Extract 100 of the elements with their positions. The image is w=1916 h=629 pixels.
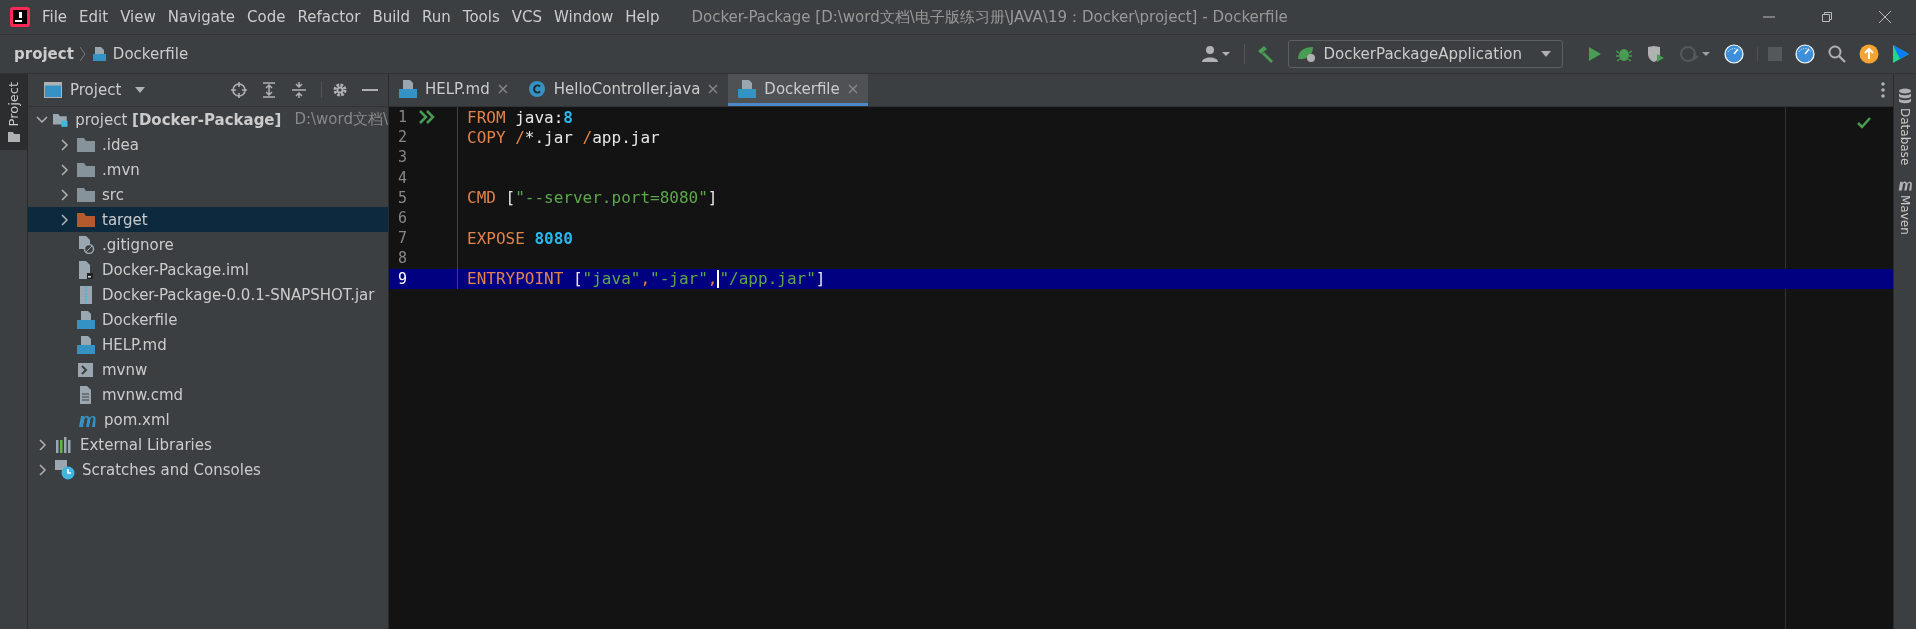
restore-icon[interactable] <box>1820 10 1834 24</box>
close-tab-icon[interactable] <box>497 83 508 94</box>
toolbox-icon[interactable] <box>1892 44 1910 64</box>
module-file-icon <box>77 260 95 279</box>
menu-item[interactable]: Tools <box>462 8 500 26</box>
window-title: Docker-Package [D:\word文档\电子版练习册\JAVA\19：Docker\project] - Dockerfile <box>691 7 1288 27</box>
maven-icon <box>1897 179 1913 192</box>
libraries-icon <box>55 436 73 453</box>
leaf-gear-icon <box>1297 45 1318 63</box>
run-gutter-icon[interactable] <box>419 110 435 125</box>
tree-label: Dockerfile <box>102 310 178 329</box>
caret-icon[interactable] <box>135 87 146 93</box>
chevron-icon[interactable] <box>61 188 69 201</box>
menu-item[interactable]: View <box>120 8 156 26</box>
hide-panel-icon[interactable] <box>362 88 378 92</box>
editor-tab[interactable]: Dockerfile <box>728 74 868 106</box>
chevron-icon[interactable] <box>39 463 47 476</box>
collapse-all-icon[interactable] <box>291 82 307 98</box>
more-icon[interactable] <box>1881 82 1885 98</box>
run-icon[interactable] <box>1586 46 1602 62</box>
tree-item[interactable]: mvnw.cmd <box>28 382 388 407</box>
tree-label: .gitignore <box>102 235 174 254</box>
tree-item[interactable]: .mvn <box>28 157 388 182</box>
check-icon <box>1857 117 1871 129</box>
tree-item[interactable]: Dockerfile <box>28 307 388 332</box>
tree-label: Docker-Package.iml <box>102 260 249 279</box>
chevron-icon[interactable] <box>61 163 69 176</box>
project-tool-tab[interactable]: Project <box>0 74 27 151</box>
folder-icon <box>7 132 20 143</box>
markdown-file-icon <box>399 79 417 98</box>
crosshair-icon[interactable] <box>231 82 247 98</box>
close-tab-icon[interactable] <box>708 83 719 94</box>
code-text: FROM java:8 <box>467 107 573 127</box>
code-text: COPY /*.jar /app.jar <box>467 127 660 147</box>
chevron-icon[interactable] <box>36 115 48 124</box>
line-number: 4 <box>396 168 407 187</box>
tree-item[interactable]: project [Docker-Package] D:\word文档\ <box>28 107 388 132</box>
code-text: EXPOSE 8080 <box>467 228 573 248</box>
expand-all-icon[interactable] <box>261 82 277 98</box>
tree-item[interactable]: pom.xml <box>28 407 388 432</box>
gauge-icon[interactable] <box>1795 44 1815 64</box>
tree-label: .idea <box>102 135 139 154</box>
line-number: 9 <box>396 269 407 288</box>
editor-tab[interactable]: HELP.md <box>389 74 518 106</box>
app-logo-icon <box>10 7 30 27</box>
archive-icon <box>77 285 95 304</box>
line-number: 3 <box>396 148 407 167</box>
chevron-icon <box>78 46 87 62</box>
tree-item[interactable]: target <box>28 207 388 232</box>
menu-item[interactable]: Code <box>247 8 286 26</box>
tree-item[interactable]: External Libraries <box>28 432 388 457</box>
line-number: 8 <box>396 249 407 268</box>
tree-item[interactable]: mvnw <box>28 357 388 382</box>
tree-label: mvnw <box>102 360 148 379</box>
tree-item[interactable]: Docker-Package-0.0.1-SNAPSHOT.jar <box>28 282 388 307</box>
code-text: CMD ["--server.port=8080"] <box>467 188 718 208</box>
run-configuration-dropdown[interactable]: DockerPackageApplication <box>1288 40 1563 68</box>
tree-item[interactable]: src <box>28 182 388 207</box>
menu-item[interactable]: Build <box>372 8 411 26</box>
scratches-icon <box>55 459 75 480</box>
menu-item[interactable]: Refactor <box>297 8 361 26</box>
docker-file-icon <box>738 79 757 98</box>
folder-icon <box>77 137 95 152</box>
search-icon[interactable] <box>1828 45 1846 63</box>
tool-window-tab[interactable]: Maven <box>1897 179 1913 236</box>
tree-item[interactable]: .idea <box>28 132 388 157</box>
tree-label: project [Docker-Package] <box>75 110 282 129</box>
class-icon <box>527 79 546 98</box>
hammer-icon[interactable] <box>1244 44 1276 64</box>
menu-item[interactable]: Navigate <box>167 8 236 26</box>
chevron-icon[interactable] <box>39 438 47 451</box>
tree-item[interactable]: Docker-Package.iml <box>28 257 388 282</box>
menu-item[interactable]: Run <box>422 8 451 26</box>
folder-icon <box>77 187 95 202</box>
tree-item[interactable]: HELP.md <box>28 332 388 357</box>
update-icon[interactable] <box>1859 44 1879 64</box>
breadcrumb-item[interactable]: project <box>14 45 74 63</box>
docker-file-icon <box>91 46 108 62</box>
tree-label: Docker-Package-0.0.1-SNAPSHOT.jar <box>102 285 375 304</box>
menu-item[interactable]: File <box>42 8 68 26</box>
gear-icon[interactable] <box>321 82 348 98</box>
menu-item[interactable]: Window <box>554 8 614 26</box>
tree-item[interactable]: Scratches and Consoles <box>28 457 388 482</box>
editor-tab[interactable]: HelloController.java <box>517 74 729 106</box>
close-icon[interactable] <box>1878 10 1892 24</box>
chevron-icon[interactable] <box>61 138 69 151</box>
tool-window-tab[interactable]: Database <box>1898 88 1912 166</box>
user-icon[interactable] <box>1201 45 1232 63</box>
menu-item[interactable]: Help <box>625 8 660 26</box>
chevron-icon[interactable] <box>61 213 69 226</box>
panel-title[interactable]: Project <box>70 81 122 99</box>
terminal-file-icon <box>77 360 95 379</box>
breadcrumb-item[interactable]: Dockerfile <box>112 45 189 63</box>
shield-icon[interactable] <box>1646 45 1666 63</box>
tree-label: HELP.md <box>102 335 167 354</box>
line-number: 2 <box>396 128 407 147</box>
menu-item[interactable]: Edit <box>79 8 109 26</box>
gauge-icon[interactable] <box>1724 44 1744 64</box>
menu-item[interactable]: VCS <box>511 8 543 26</box>
tree-item[interactable]: .gitignore <box>28 232 388 257</box>
